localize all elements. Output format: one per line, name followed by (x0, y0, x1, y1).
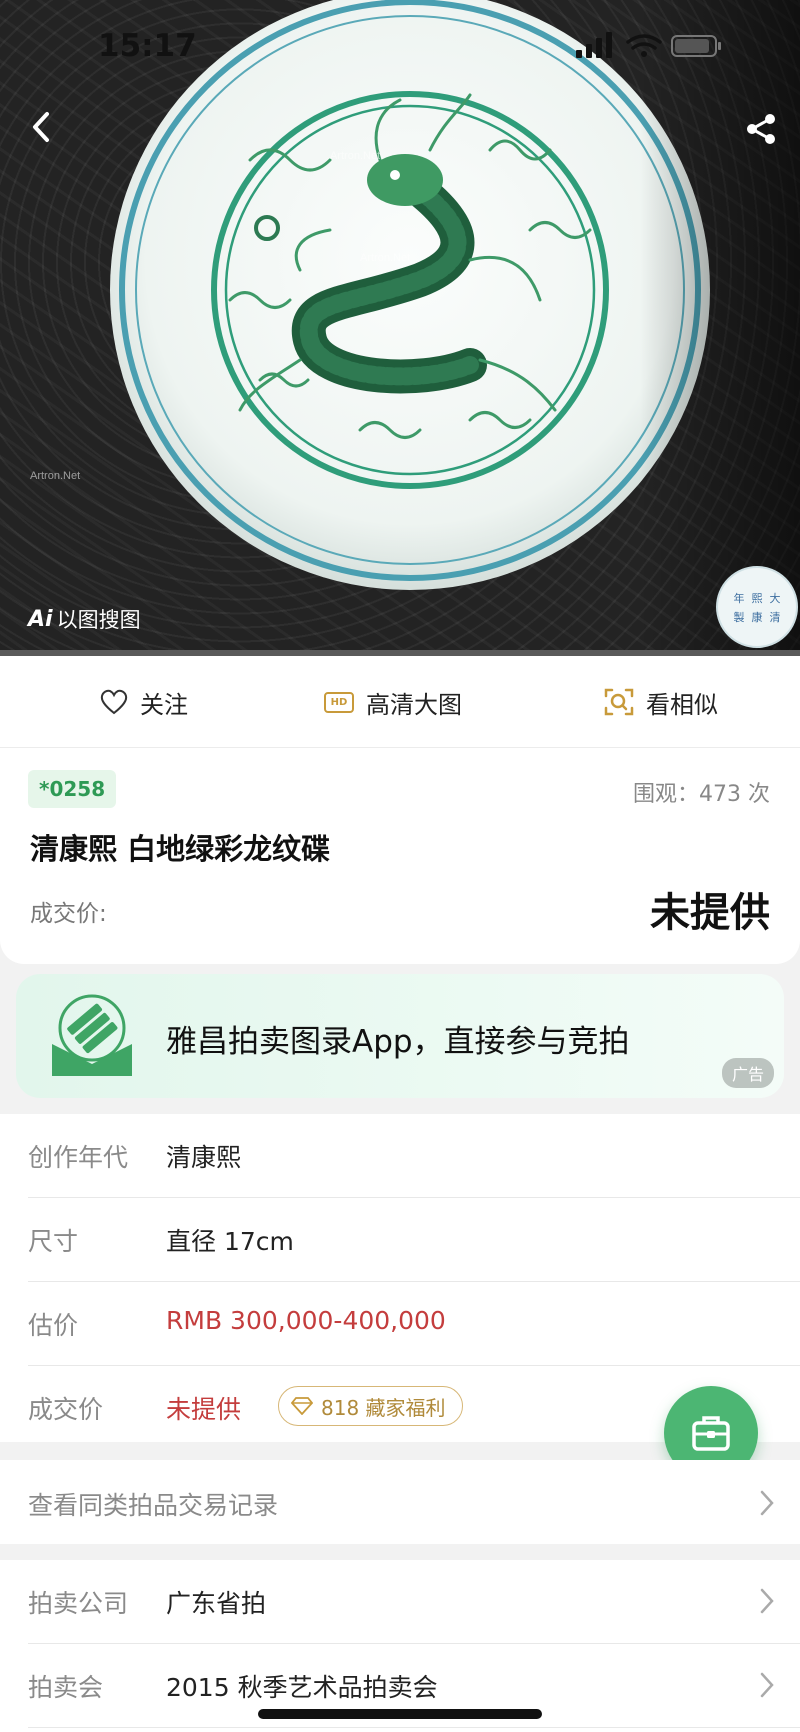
era-value: 清康熙 (166, 1143, 242, 1172)
deal-label: 成交价 (28, 1395, 104, 1424)
image-search-label: 以图搜图 (56, 608, 141, 632)
era-label: 创作年代 (28, 1143, 129, 1172)
scan-search-icon (604, 688, 634, 716)
deal-value: 未提供 (166, 1395, 242, 1424)
hero-shade (640, 0, 800, 656)
ad-text: 雅昌拍卖图录App，直接参与竞拍 (166, 1024, 630, 1060)
ad-tag: 广告 (721, 1058, 774, 1088)
seal-char: 清 (769, 610, 781, 624)
chevron-right-icon (760, 1588, 774, 1614)
diamond-icon (291, 1397, 313, 1415)
back-button[interactable] (14, 100, 68, 154)
seal-char: 熙 (751, 591, 763, 605)
collector-perk-label: 818 藏家福利 (321, 1395, 446, 1420)
hd-icon: HD (324, 691, 354, 713)
action-bar: 关注 HD 高清大图 看相似 (0, 656, 800, 748)
similar-records-label: 查看同类拍品交易记录 (28, 1491, 279, 1520)
follow-button[interactable]: 关注 (100, 656, 188, 748)
auction-info: 拍卖公司 广东省拍 拍卖会 2015 秋季艺术品拍卖会 (0, 1560, 800, 1732)
status-time: 15:17 (98, 28, 197, 64)
heart-icon (100, 689, 128, 715)
image-search-button[interactable]: Ai 以图搜图 (28, 604, 141, 634)
estimate-value: RMB 300,000-400,000 (166, 1306, 446, 1335)
detail-row-era: 创作年代 清康熙 (28, 1114, 800, 1198)
artron-logo-icon (52, 994, 132, 1076)
view-similar-label: 看相似 (646, 690, 718, 719)
lot-number-badge: *0258 (28, 770, 117, 808)
share-icon (747, 114, 775, 144)
similar-records-link[interactable]: 查看同类拍品交易记录 (0, 1460, 800, 1544)
hd-image-button[interactable]: HD 高清大图 (324, 656, 462, 748)
auction-session-value: 2015 秋季艺术品拍卖会 (166, 1673, 438, 1702)
detail-row-size: 尺寸 直径 17cm (28, 1198, 800, 1282)
detail-row-estimate: 估价 RMB 300,000-400,000 (28, 1282, 800, 1366)
chevron-right-icon (760, 1672, 774, 1698)
home-indicator[interactable] (258, 1709, 542, 1719)
view-similar-button[interactable]: 看相似 (604, 656, 718, 748)
seal-char: 大 (769, 591, 781, 605)
watermark: Artron.Net (360, 252, 411, 264)
view-count: 围观：473 次 (633, 782, 770, 807)
collector-perk-button[interactable]: 818 藏家福利 (278, 1386, 463, 1426)
lot-title: 清康熙 白地绿彩龙纹碟 (30, 832, 331, 866)
seal-char: 年 (733, 591, 745, 605)
seal-char: 製 (733, 610, 745, 624)
chevron-left-icon (33, 112, 49, 142)
auction-house-label: 拍卖公司 (28, 1589, 129, 1618)
hd-image-label: 高清大图 (366, 690, 462, 719)
battery-icon (671, 35, 721, 57)
watermark: Artron.Net (330, 150, 381, 162)
status-icons (576, 32, 721, 58)
wifi-icon (626, 34, 662, 50)
app-ad-banner[interactable]: 雅昌拍卖图录App，直接参与竞拍 广告 (16, 974, 784, 1098)
lot-summary-card: *0258 围观：473 次 清康熙 白地绿彩龙纹碟 成交价: 未提供 (0, 748, 800, 964)
seal-char: 康 (751, 610, 763, 624)
watermark: Artron.Net (30, 470, 81, 482)
size-value: 直径 17cm (166, 1227, 294, 1256)
size-label: 尺寸 (28, 1227, 79, 1256)
hammer-price-value: 未提供 (650, 890, 770, 936)
reign-mark-seal: 年 熙 大 製 康 清 (716, 566, 798, 648)
briefcase-icon (692, 1416, 730, 1451)
lot-image[interactable]: Artron.Net Artron.Net Artron.Net 年 熙 大 製… (0, 0, 800, 656)
follow-label: 关注 (140, 690, 188, 719)
hammer-price-label: 成交价: (30, 901, 107, 927)
auction-session-label: 拍卖会 (28, 1673, 104, 1702)
auction-house-value: 广东省拍 (166, 1589, 267, 1618)
ai-icon: Ai (28, 606, 53, 632)
lot-details: 创作年代 清康熙 尺寸 直径 17cm 估价 RMB 300,000-400,0… (0, 1114, 800, 1442)
auction-house-row[interactable]: 拍卖公司 广东省拍 (28, 1560, 800, 1644)
estimate-label: 估价 (28, 1311, 79, 1340)
signal-icon (576, 32, 612, 58)
share-button[interactable] (734, 102, 788, 156)
chevron-right-icon (760, 1490, 774, 1516)
